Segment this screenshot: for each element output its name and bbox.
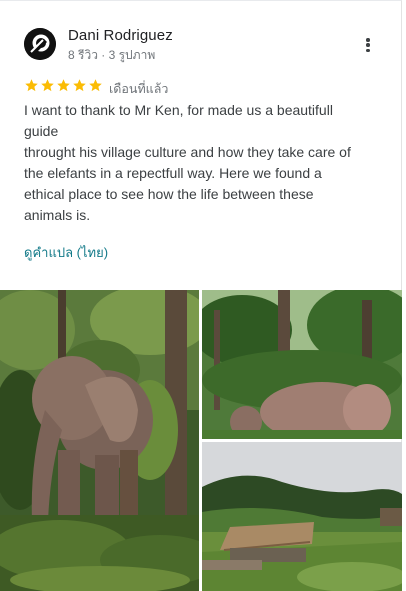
review-card: Dani Rodriguez 8 รีวิว · 3 รูปภาพ เดือนท…: [0, 0, 402, 591]
star-icon: [25, 79, 38, 92]
more-dot: [366, 48, 370, 52]
avatar-icon: [24, 28, 56, 60]
review-text: I want to thank to Mr Ken, for made us a…: [24, 100, 384, 226]
photo-elephants-trees[interactable]: [202, 290, 402, 439]
photo-elephant-forest[interactable]: [0, 290, 199, 591]
star-icon: [89, 79, 102, 92]
reviewer-meta: 8 รีวิว · 3 รูปภาพ: [68, 48, 156, 62]
hut-landscape-photo-icon: [202, 442, 402, 591]
star-rating: [24, 78, 103, 93]
review-line: I want to thank to Mr Ken, for made us a…: [24, 102, 333, 118]
photo-hut-landscape[interactable]: [202, 442, 402, 591]
star-icon: [73, 79, 86, 92]
reviewer-name[interactable]: Dani Rodriguez: [68, 27, 173, 44]
star-icon: [57, 79, 70, 92]
translate-link[interactable]: ดูคำแปล (ไทย): [24, 242, 108, 263]
more-dot: [366, 43, 370, 47]
review-line: animals is.: [24, 207, 91, 223]
star-icon: [41, 79, 54, 92]
elephant-forest-photo-icon: [0, 290, 199, 591]
more-dot: [366, 38, 370, 42]
review-line: guide: [24, 123, 59, 139]
review-date: เดือนที่แล้ว: [109, 82, 169, 96]
elephants-trees-photo-icon: [202, 290, 402, 439]
review-line: ethical place to see how the life betwee…: [24, 186, 314, 202]
review-line: the elefants in a repectfull way. Here w…: [24, 165, 322, 181]
more-options-button[interactable]: [358, 33, 378, 57]
review-line: throught his village culture and how the…: [24, 144, 351, 160]
avatar[interactable]: [24, 28, 56, 60]
